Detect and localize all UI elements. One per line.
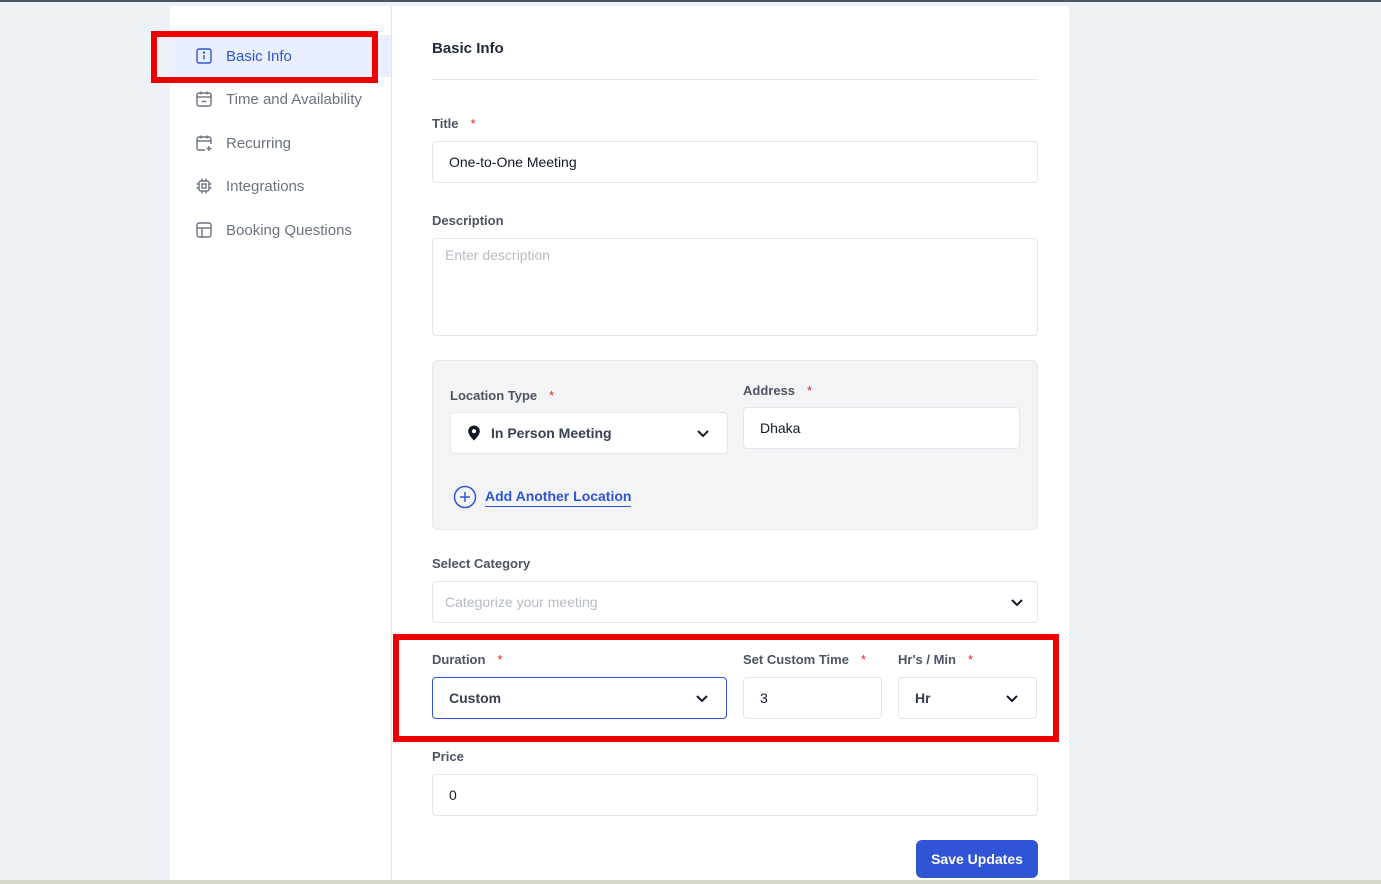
description-textarea[interactable]: Enter description — [432, 238, 1038, 336]
calendar-plus-icon — [195, 134, 213, 152]
description-label: Description — [432, 213, 504, 228]
chevron-down-icon — [1009, 594, 1025, 610]
map-pin-icon — [467, 425, 481, 441]
unit-label: Hr's / Min * — [898, 652, 974, 667]
sidebar-item-label: Basic Info — [226, 47, 292, 65]
required-marker: * — [968, 652, 974, 667]
category-select[interactable]: Categorize your meeting — [432, 581, 1038, 623]
add-another-location-button[interactable]: Add Another Location — [453, 485, 632, 509]
duration-label: Duration * — [432, 652, 503, 667]
sidebar-item-integrations[interactable]: Integrations — [170, 165, 391, 207]
section-title: Basic Info — [432, 40, 504, 57]
layout-icon — [195, 221, 213, 239]
title-input[interactable]: One-to-One Meeting — [432, 141, 1038, 183]
custom-time-input[interactable]: 3 — [743, 677, 882, 719]
address-input[interactable]: Dhaka — [743, 407, 1020, 449]
sidebar-item-label: Time and Availability — [226, 90, 362, 108]
required-marker: * — [807, 383, 813, 398]
required-marker: * — [497, 652, 503, 667]
required-marker: * — [470, 116, 476, 131]
sidebar-item-basic-info[interactable]: Basic Info — [170, 35, 391, 77]
chip-icon — [195, 177, 213, 195]
category-label: Select Category — [432, 556, 531, 571]
required-marker: * — [549, 388, 555, 403]
chevron-down-icon — [695, 425, 711, 441]
custom-time-label: Set Custom Time * — [743, 652, 867, 667]
sidebar-item-recurring[interactable]: Recurring — [170, 122, 391, 164]
event-settings-card: Basic Info Time and Availability Recurri… — [170, 6, 1069, 884]
save-updates-button[interactable]: Save Updates — [916, 840, 1038, 878]
title-label: Title * — [432, 116, 476, 131]
chevron-down-icon — [694, 690, 710, 706]
location-type-label: Location Type * — [450, 388, 555, 403]
info-icon — [195, 47, 213, 65]
sidebar-item-time-and-availability[interactable]: Time and Availability — [170, 78, 391, 120]
plus-circle-icon — [453, 485, 477, 509]
sidebar-item-label: Booking Questions — [226, 221, 352, 239]
required-marker: * — [860, 652, 867, 667]
sidebar-item-booking-questions[interactable]: Booking Questions — [170, 209, 391, 251]
calendar-icon — [195, 90, 213, 108]
duration-select[interactable]: Custom — [432, 677, 727, 719]
chevron-down-icon — [1004, 690, 1020, 706]
price-input[interactable]: 0 — [432, 774, 1038, 816]
settings-sidebar: Basic Info Time and Availability Recurri… — [170, 6, 392, 884]
top-border — [0, 0, 1381, 2]
sidebar-item-label: Recurring — [226, 134, 292, 152]
unit-select[interactable]: Hr — [898, 677, 1037, 719]
location-type-select[interactable]: In Person Meeting — [450, 412, 728, 454]
price-label: Price — [432, 749, 464, 764]
section-divider — [432, 79, 1038, 80]
location-section: Location Type * In Person Meeting Address… — [432, 360, 1038, 530]
bottom-border — [0, 880, 1381, 884]
address-label: Address * — [743, 383, 813, 398]
sidebar-item-label: Integrations — [226, 177, 305, 195]
